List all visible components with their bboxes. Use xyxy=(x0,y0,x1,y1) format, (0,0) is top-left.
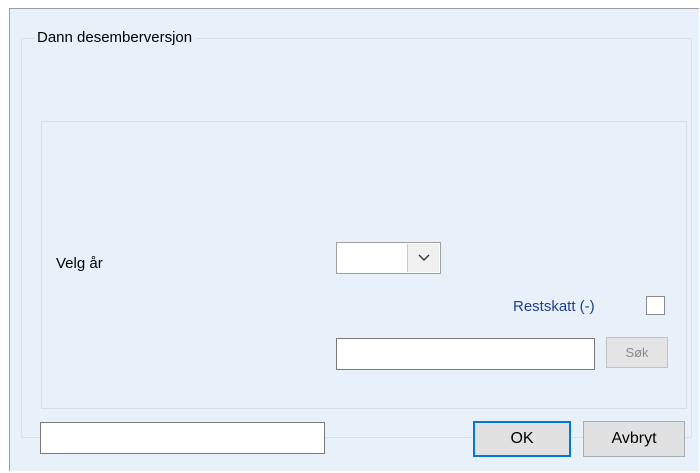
status-field[interactable] xyxy=(40,422,325,454)
search-button[interactable]: Søk xyxy=(606,337,668,368)
restskatt-label: Restskatt (-) xyxy=(513,298,595,315)
restskatt-checkbox[interactable] xyxy=(646,296,665,315)
cancel-button[interactable]: Avbryt xyxy=(583,421,685,457)
ok-button[interactable]: OK xyxy=(473,421,571,457)
year-dropdown-button[interactable] xyxy=(407,244,439,272)
chevron-down-icon xyxy=(418,254,429,261)
group-title: Dann desemberversjon xyxy=(35,29,197,46)
year-label: Velg år xyxy=(56,255,103,272)
year-combobox[interactable] xyxy=(336,242,441,274)
search-input[interactable] xyxy=(336,338,595,370)
